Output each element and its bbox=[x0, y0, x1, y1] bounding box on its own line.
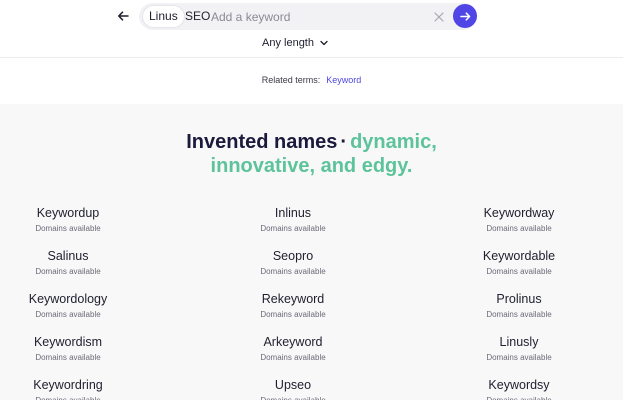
domain-availability-label: Domains available bbox=[35, 267, 101, 276]
name-suggestion-label: Keywordring bbox=[33, 378, 103, 392]
domain-availability-label: Domains available bbox=[35, 310, 101, 319]
arrow-left-icon bbox=[118, 11, 129, 21]
name-suggestion[interactable]: Keywordology Domains available bbox=[0, 292, 148, 320]
top-bar: Linus SEO Any length bbox=[0, 0, 623, 58]
name-suggestion-label: Salinus bbox=[47, 249, 89, 263]
name-suggestion[interactable]: Keywordism Domains available bbox=[0, 335, 148, 363]
name-suggestion-label: Keywordup bbox=[36, 206, 100, 220]
domain-availability-label: Domains available bbox=[260, 310, 326, 319]
related-terms: Related terms: Keyword bbox=[0, 75, 623, 85]
domain-availability-label: Domains available bbox=[486, 310, 552, 319]
domain-availability-label: Domains available bbox=[439, 395, 599, 400]
related-term-link[interactable]: Keyword bbox=[326, 75, 361, 85]
close-icon bbox=[434, 12, 444, 22]
search-submit-button[interactable] bbox=[453, 4, 477, 28]
domain-availability-label: Domains available bbox=[486, 353, 552, 362]
name-suggestion[interactable]: Keywordring Domains available bbox=[0, 378, 148, 400]
name-suggestion[interactable]: Keywordsy Domains available bbox=[439, 378, 599, 400]
domain-availability-label: Domains available bbox=[35, 353, 101, 362]
keyword-chip-linus[interactable]: Linus bbox=[143, 6, 184, 27]
domain-availability-label: Domains available bbox=[486, 224, 552, 233]
name-suggestion-label: Keywordsy bbox=[488, 378, 550, 392]
domain-availability-label: Domains available bbox=[213, 395, 373, 400]
keyword-search-box: Linus SEO bbox=[139, 3, 477, 30]
back-button[interactable] bbox=[113, 6, 133, 26]
name-suggestion-label: Prolinus bbox=[496, 292, 542, 306]
domain-availability-label: Domains available bbox=[486, 267, 552, 276]
name-suggestion-label: Upseo bbox=[274, 378, 312, 392]
section-headline: Invented names · dynamic, innovative, and … bbox=[0, 130, 623, 178]
name-suggestion[interactable]: Keywordable Domains available bbox=[439, 249, 599, 277]
name-suggestion[interactable]: Inlinus Domains available bbox=[213, 206, 373, 234]
name-suggestion-label: Keywordway bbox=[483, 206, 555, 220]
length-filter-dropdown[interactable]: Any length bbox=[262, 36, 328, 50]
clear-button[interactable] bbox=[432, 10, 446, 24]
name-suggestion[interactable]: Rekeyword Domains available bbox=[213, 292, 373, 320]
name-suggestion[interactable]: Linusly Domains available bbox=[439, 335, 599, 363]
name-suggestion-label: Linusly bbox=[499, 335, 539, 349]
name-suggestion-label: Keywordism bbox=[33, 335, 103, 349]
domain-availability-label: Domains available bbox=[260, 353, 326, 362]
headline-title: Invented names bbox=[186, 131, 338, 153]
name-suggestion-label: Inlinus bbox=[274, 206, 312, 220]
name-suggestion[interactable]: Seopro Domains available bbox=[213, 249, 373, 277]
name-suggestion[interactable]: Upseo Domains available bbox=[213, 378, 373, 400]
name-suggestion[interactable]: Prolinus Domains available bbox=[439, 292, 599, 320]
name-suggestion-label: Seopro bbox=[272, 249, 314, 263]
name-suggestion-label: Arkeyword bbox=[263, 335, 323, 349]
name-suggestion-label: Rekeyword bbox=[261, 292, 325, 306]
arrow-right-icon bbox=[459, 11, 470, 21]
name-suggestion[interactable]: Keywordup Domains available bbox=[0, 206, 148, 234]
headline-tagline-2: innovative, and edgy. bbox=[210, 155, 413, 177]
chevron-down-icon bbox=[320, 40, 328, 46]
related-terms-label: Related terms: bbox=[261, 75, 321, 85]
domain-availability-label: Domains available bbox=[35, 224, 101, 233]
name-suggestion[interactable]: Salinus Domains available bbox=[0, 249, 148, 277]
headline-tagline-1: dynamic, bbox=[350, 131, 437, 153]
name-suggestion[interactable]: Keywordway Domains available bbox=[439, 206, 599, 234]
domain-availability-label: Domains available bbox=[0, 395, 148, 400]
length-filter-label: Any length bbox=[262, 37, 314, 49]
name-suggestion-label: Keywordology bbox=[28, 292, 108, 306]
name-suggestion-label: Keywordable bbox=[482, 249, 556, 263]
domain-availability-label: Domains available bbox=[260, 267, 326, 276]
headline-separator: · bbox=[340, 131, 348, 153]
domain-availability-label: Domains available bbox=[260, 224, 326, 233]
name-suggestion[interactable]: Arkeyword Domains available bbox=[213, 335, 373, 363]
keyword-input[interactable] bbox=[211, 7, 411, 26]
